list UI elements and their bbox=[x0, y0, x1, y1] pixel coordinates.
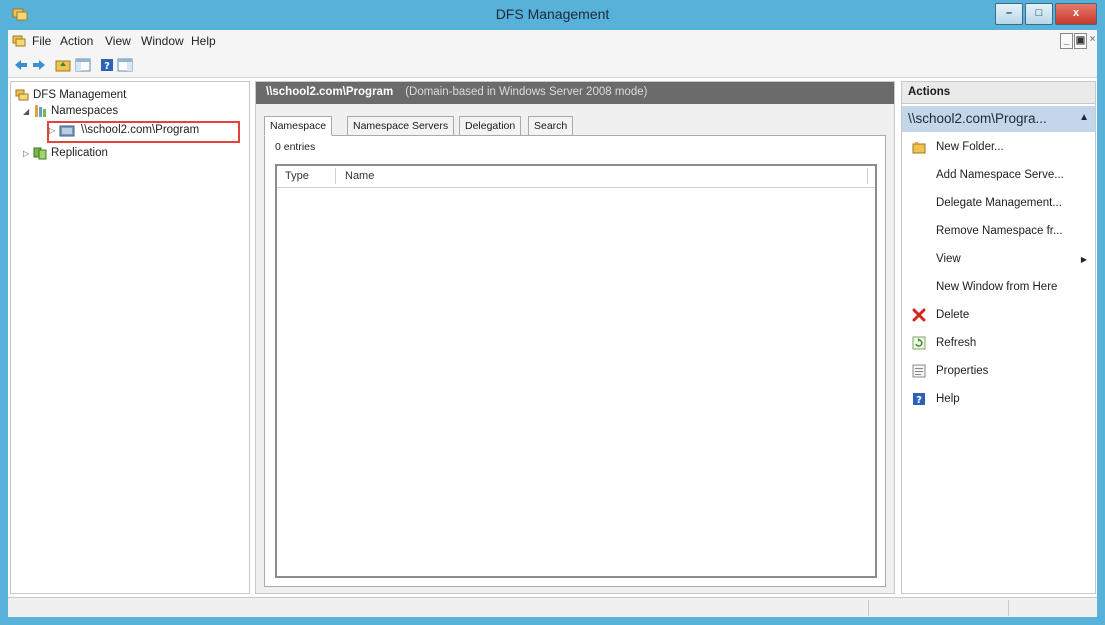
tab-search[interactable]: Search bbox=[528, 116, 574, 136]
column-header-type[interactable]: Type bbox=[285, 170, 309, 182]
menu-file[interactable]: File bbox=[32, 34, 51, 48]
tab-delegation[interactable]: Delegation bbox=[459, 116, 522, 136]
status-cell bbox=[868, 600, 1008, 616]
column-header-name[interactable]: Name bbox=[345, 170, 374, 182]
tab-namespace-servers[interactable]: Namespace Servers bbox=[347, 116, 455, 136]
menu-action[interactable]: Action bbox=[60, 34, 93, 48]
client-area: File Action View Window Help _ ▣ × ? DFS… bbox=[8, 30, 1097, 617]
action-label: Help bbox=[936, 393, 960, 405]
action-label: Refresh bbox=[936, 337, 977, 349]
minimize-button[interactable]: – bbox=[995, 3, 1023, 25]
entries-list[interactable]: Type Name bbox=[275, 164, 877, 578]
selection-highlight bbox=[47, 121, 240, 143]
maximize-button[interactable]: □ bbox=[1025, 3, 1053, 25]
entries-count: 0 entries bbox=[275, 141, 316, 153]
title-bar[interactable]: DFS Management – □ x bbox=[0, 0, 1105, 30]
action-refresh[interactable]: Refresh bbox=[902, 330, 1095, 356]
mdi-restore-button[interactable]: ▣ bbox=[1074, 33, 1087, 49]
results-pane: \\school2.com\Program (Domain-based in Wi… bbox=[255, 81, 895, 594]
submenu-arrow-icon: ▶ bbox=[1080, 254, 1087, 264]
console-tree: DFS Management ◢ Namespaces ▷ \\school2.… bbox=[10, 81, 250, 594]
expanded-arrow-icon[interactable]: ◢ bbox=[23, 107, 33, 116]
menu-window[interactable]: Window bbox=[141, 34, 184, 48]
help-icon[interactable]: ? bbox=[98, 56, 116, 74]
action-label: New Folder... bbox=[936, 141, 1004, 153]
menu-bar: File Action View Window Help _ ▣ × bbox=[8, 30, 1097, 52]
action-label: Delete bbox=[936, 309, 970, 321]
mdi-minimize-button[interactable]: _ bbox=[1060, 33, 1073, 49]
forward-arrow-icon[interactable] bbox=[30, 56, 48, 74]
back-arrow-icon[interactable] bbox=[12, 56, 30, 74]
action-label: View bbox=[936, 253, 961, 265]
action-label: Add Namespace Serve... bbox=[936, 169, 1064, 181]
actions-context-label: \\school2.com\Progra... bbox=[908, 111, 1047, 126]
toolbar: ? bbox=[8, 52, 1097, 78]
dfs-management-window: DFS Management – □ x File Action View Wi… bbox=[0, 0, 1105, 625]
action-label: New Window from Here bbox=[936, 281, 1058, 293]
actions-pane: Actions \\school2.com\Progra... ▲ New Fo… bbox=[901, 81, 1096, 594]
properties-icon bbox=[912, 364, 926, 378]
action-add-namespace-server[interactable]: Add Namespace Serve... bbox=[902, 162, 1095, 188]
action-pane-icon[interactable] bbox=[116, 56, 134, 74]
action-label: Properties bbox=[936, 365, 989, 377]
mmc-system-icon[interactable] bbox=[12, 34, 26, 48]
results-header-path: \\school2.com\Program bbox=[266, 86, 394, 98]
action-new-window-from-here[interactable]: New Window from Here bbox=[902, 274, 1095, 300]
action-label: Delegate Management... bbox=[936, 197, 1062, 209]
actions-header: Actions bbox=[902, 82, 1095, 104]
tree-label-namespaces: Namespaces bbox=[51, 105, 119, 117]
svg-text:?: ? bbox=[104, 61, 110, 72]
namespaces-icon bbox=[35, 105, 46, 117]
results-header-mode: (Domain-based in Windows Server 2008 mod… bbox=[405, 86, 648, 98]
column-separator[interactable] bbox=[867, 168, 868, 184]
results-header: \\school2.com\Program (Domain-based in Wi… bbox=[256, 82, 894, 104]
svg-text:?: ? bbox=[916, 395, 922, 406]
refresh-icon bbox=[912, 336, 926, 350]
tree-label-replication: Replication bbox=[51, 147, 108, 159]
dfs-management-icon bbox=[15, 89, 29, 101]
close-button[interactable]: x bbox=[1055, 3, 1097, 25]
status-bar bbox=[8, 597, 1097, 617]
action-remove-namespace[interactable]: Remove Namespace fr... bbox=[902, 218, 1095, 244]
tree-label-dfs-management: DFS Management bbox=[33, 89, 127, 101]
status-cell bbox=[1008, 600, 1097, 616]
action-delete[interactable]: Delete bbox=[902, 302, 1095, 328]
help-icon: ? bbox=[912, 392, 926, 406]
collapsed-arrow-icon[interactable]: ▷ bbox=[23, 149, 33, 158]
new-folder-icon bbox=[912, 140, 926, 154]
column-separator[interactable] bbox=[335, 168, 336, 184]
menu-view[interactable]: View bbox=[105, 34, 131, 48]
tree-node-replication[interactable]: ▷ Replication bbox=[23, 146, 108, 160]
actions-context-header[interactable]: \\school2.com\Progra... ▲ bbox=[902, 106, 1095, 132]
namespace-tab-panel: 0 entries Type Name bbox=[264, 135, 886, 587]
mdi-close-button[interactable]: × bbox=[1088, 33, 1097, 49]
action-delegate-management[interactable]: Delegate Management... bbox=[902, 190, 1095, 216]
up-folder-icon[interactable] bbox=[54, 56, 72, 74]
tree-node-dfs-management[interactable]: DFS Management bbox=[15, 88, 126, 102]
window-title: DFS Management bbox=[495, 6, 610, 22]
action-help[interactable]: ? Help bbox=[902, 386, 1095, 412]
list-header: Type Name bbox=[277, 166, 875, 188]
show-hide-console-tree-icon[interactable] bbox=[74, 56, 92, 74]
collapse-up-icon[interactable]: ▲ bbox=[1079, 112, 1089, 123]
action-properties[interactable]: Properties bbox=[902, 358, 1095, 384]
tab-namespace[interactable]: Namespace bbox=[264, 116, 333, 136]
tree-node-namespaces[interactable]: ◢ Namespaces bbox=[23, 104, 118, 118]
replication-icon bbox=[33, 147, 47, 160]
menu-help[interactable]: Help bbox=[191, 34, 216, 48]
action-label: Remove Namespace fr... bbox=[936, 225, 1063, 237]
delete-icon bbox=[912, 308, 926, 322]
action-new-folder[interactable]: New Folder... bbox=[902, 134, 1095, 160]
action-view[interactable]: View ▶ bbox=[902, 246, 1095, 272]
